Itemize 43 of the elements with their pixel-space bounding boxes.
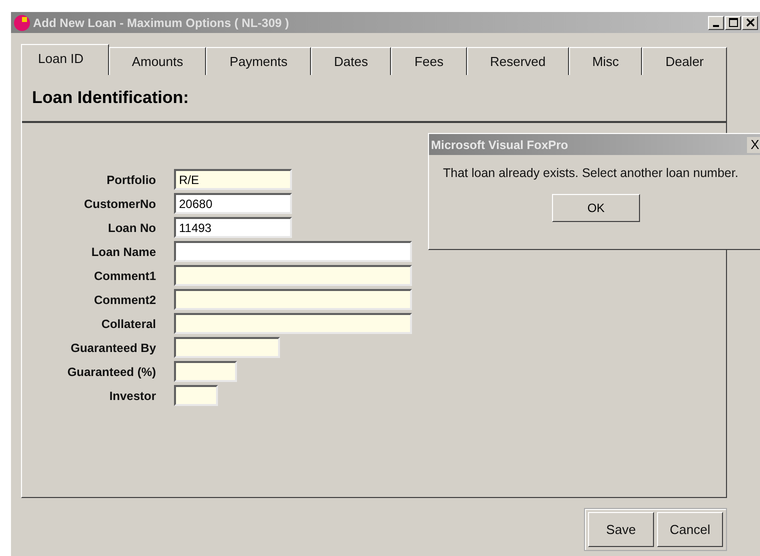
maximize-icon	[728, 18, 738, 27]
tab[interactable]: Dealer	[642, 47, 728, 75]
field-label: Guaranteed (%)	[66, 364, 157, 378]
input-field[interactable]: 20680	[174, 193, 292, 214]
input-field[interactable]	[174, 385, 218, 406]
dialog-title: Microsoft Visual FoxPro	[431, 138, 568, 152]
tab[interactable]: Misc	[568, 47, 642, 75]
minimize-icon	[713, 24, 719, 26]
cancel-button[interactable]: Cancel	[657, 512, 723, 547]
field-label: Loan Name	[90, 244, 157, 258]
field-label: Guaranteed By	[70, 340, 157, 354]
maximize-button[interactable]	[725, 16, 741, 30]
field-label: Investor	[108, 388, 157, 402]
input-field[interactable]: 11493	[174, 217, 292, 238]
window-title: Add New Loan - Maximum Options ( NL-309 )	[33, 16, 290, 30]
field-label: Portfolio	[106, 172, 157, 186]
field-label: Loan No	[107, 220, 157, 234]
input-field[interactable]: R/E	[174, 169, 292, 190]
input-field[interactable]	[174, 241, 412, 262]
field-label: Collateral	[100, 316, 157, 330]
input-field[interactable]	[174, 361, 237, 382]
input-field[interactable]	[174, 337, 280, 358]
field-label: Comment2	[92, 292, 157, 306]
tab[interactable]: Dates	[310, 47, 392, 75]
minimize-button[interactable]	[708, 16, 724, 30]
tab[interactable]: Reserved	[466, 47, 569, 75]
input-field[interactable]	[174, 289, 412, 310]
tab[interactable]: Amounts	[108, 47, 206, 75]
input-field[interactable]	[174, 265, 412, 286]
section-title: Loan Identification:	[32, 88, 189, 108]
app-icon	[13, 14, 31, 32]
save-button[interactable]: Save	[588, 512, 654, 547]
tab[interactable]: Payments	[206, 47, 311, 75]
ok-button[interactable]: OK	[552, 194, 640, 222]
input-field[interactable]	[174, 313, 412, 334]
tab[interactable]: Fees	[391, 47, 467, 75]
close-button[interactable]	[742, 16, 758, 30]
field-label: Comment1	[92, 268, 157, 282]
tab[interactable]: Loan ID	[21, 44, 109, 75]
dialog-message: That loan already exists. Select another loan number.	[442, 165, 740, 180]
field-label: CustomerNo	[82, 196, 157, 210]
close-button[interactable]: X	[747, 136, 760, 152]
close-icon	[746, 18, 754, 27]
